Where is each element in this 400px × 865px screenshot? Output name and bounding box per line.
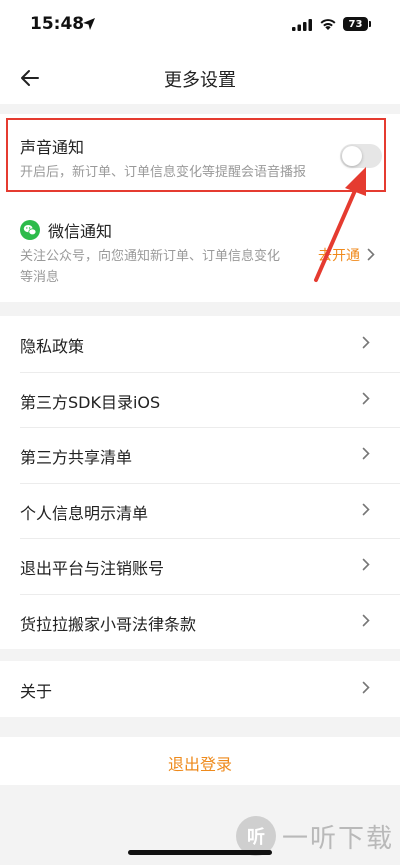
menu-item-label: 关于: [20, 682, 53, 701]
menu-item-legal-terms[interactable]: 货拉拉搬家小哥法律条款: [0, 594, 400, 650]
status-time: 15:48: [30, 14, 85, 34]
menu-item-label: 第三方共享清单: [20, 448, 133, 467]
wechat-icon: [20, 220, 40, 240]
menu-item-label: 第三方SDK目录iOS: [20, 393, 161, 412]
about-card: 关于: [0, 661, 400, 717]
chevron-right-icon: [362, 614, 370, 627]
chevron-right-icon: [362, 447, 370, 460]
menu-item-label: 货拉拉搬家小哥法律条款: [20, 615, 197, 634]
notification-settings-card: 声音通知 开启后，新订单、订单信息变化等提醒会语音播报 微信通知 关注公众号，向…: [0, 114, 400, 302]
menu-item-privacy-policy[interactable]: 隐私政策: [0, 316, 400, 372]
battery-level: 73: [348, 18, 363, 30]
menu-item-third-party-sharing[interactable]: 第三方共享清单: [0, 427, 400, 483]
chevron-right-icon: [362, 336, 370, 349]
chevron-right-icon: [362, 558, 370, 571]
cellular-signal-icon: [292, 19, 312, 31]
watermark-text: 一听下载: [282, 823, 395, 854]
menu-item-about[interactable]: 关于: [0, 661, 400, 717]
wechat-notification-description-line2: 等消息: [20, 270, 60, 285]
wechat-enable-link[interactable]: 去开通: [318, 245, 360, 265]
wechat-notification-description-line1: 关注公众号，向您通知新订单、订单信息变化: [20, 249, 281, 264]
nav-bar: 更多设置: [0, 52, 400, 104]
settings-menu-list: 隐私政策 第三方SDK目录iOS 第三方共享清单 个人信息明示清单 退出平台与注…: [0, 316, 400, 649]
page-title: 更多设置: [164, 70, 236, 91]
chevron-right-icon: [362, 681, 370, 694]
logout-button[interactable]: 退出登录: [0, 751, 400, 775]
wechat-notification-title: 微信通知: [48, 222, 113, 241]
sound-notification-toggle[interactable]: [340, 144, 382, 168]
sound-notification-title: 声音通知: [20, 138, 85, 157]
chevron-right-icon: [362, 392, 370, 405]
wifi-icon: [320, 19, 336, 30]
location-arrow-icon: [83, 18, 95, 30]
menu-item-label: 个人信息明示清单: [20, 504, 149, 523]
status-bar: 15:48 73: [0, 0, 400, 52]
menu-item-label: 退出平台与注销账号: [20, 559, 165, 578]
home-indicator: [128, 850, 272, 855]
chevron-right-icon: [362, 503, 370, 516]
sound-notification-description: 开启后，新订单、订单信息变化等提醒会语音播报: [20, 165, 307, 180]
toggle-knob: [342, 146, 362, 166]
logout-card: 退出登录: [0, 737, 400, 785]
menu-item-label: 隐私政策: [20, 337, 85, 356]
battery-indicator: 73: [343, 17, 371, 31]
menu-item-personal-info-list[interactable]: 个人信息明示清单: [0, 483, 400, 539]
menu-item-exit-platform[interactable]: 退出平台与注销账号: [0, 538, 400, 594]
chevron-right-icon: [367, 248, 375, 261]
menu-item-third-party-sdk[interactable]: 第三方SDK目录iOS: [0, 372, 400, 428]
